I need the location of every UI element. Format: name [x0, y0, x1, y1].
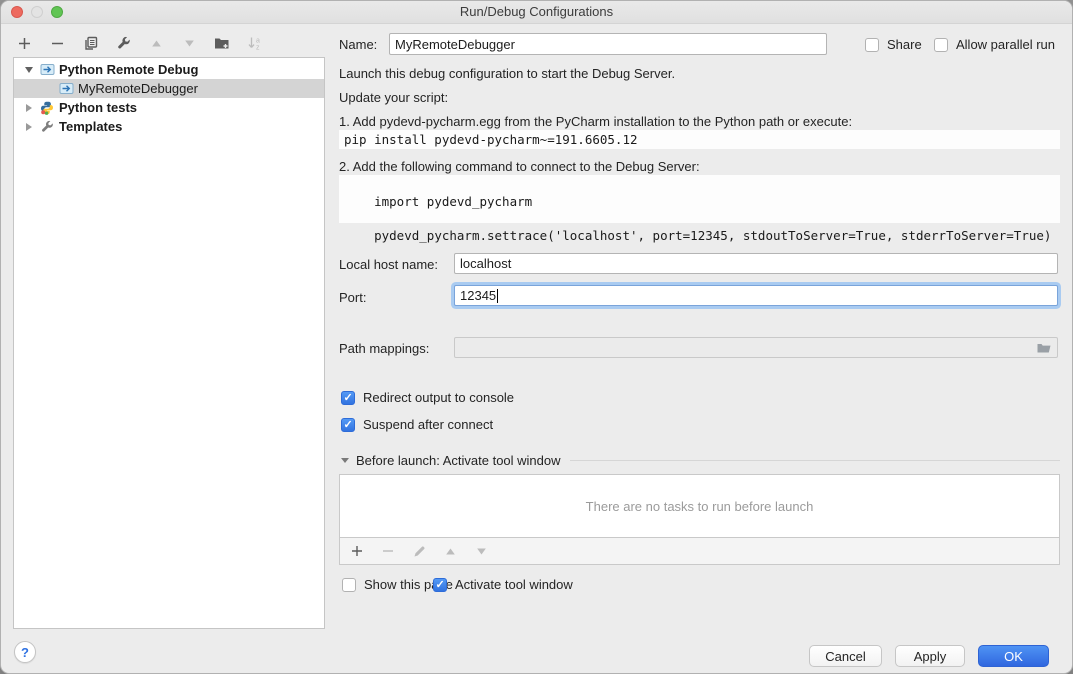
local-host-name-value: localhost: [460, 256, 511, 271]
port-input[interactable]: 12345: [454, 285, 1058, 306]
run-debug-configurations-dialog: Run/Debug Configurations az: [0, 0, 1073, 674]
remove-task-icon[interactable]: [379, 542, 397, 560]
move-up-icon[interactable]: [147, 34, 165, 52]
intro-text: Launch this debug configuration to start…: [339, 66, 675, 81]
suspend-after-connect-checkbox[interactable]: [341, 418, 355, 432]
tree-item-label: Python tests: [59, 100, 137, 115]
allow-parallel-run-checkbox[interactable]: [934, 38, 948, 52]
remote-debug-config-icon: [58, 82, 74, 96]
collapsed-arrow-icon[interactable]: [22, 104, 36, 112]
configurations-tree: Python Remote Debug MyRemoteDebugger Pyt…: [13, 57, 325, 629]
step1-text: 1. Add pydevd-pycharm.egg from the PyCha…: [339, 114, 852, 129]
templates-wrench-icon: [39, 120, 55, 134]
tree-item-label: MyRemoteDebugger: [78, 81, 198, 96]
expanded-arrow-icon[interactable]: [22, 67, 36, 73]
redirect-output-checkbox-row[interactable]: Redirect output to console: [341, 390, 514, 405]
suspend-after-connect-label: Suspend after connect: [363, 417, 493, 432]
move-task-down-icon[interactable]: [472, 542, 490, 560]
ok-button[interactable]: OK: [978, 645, 1049, 667]
title-bar: Run/Debug Configurations: [1, 1, 1072, 24]
step2-text: 2. Add the following command to connect …: [339, 159, 700, 174]
tree-item-templates[interactable]: Templates: [14, 117, 324, 136]
name-input[interactable]: MyRemoteDebugger: [389, 33, 827, 55]
path-mappings-input[interactable]: [454, 337, 1058, 358]
local-host-name-label: Local host name:: [339, 257, 438, 272]
add-configuration-icon[interactable]: [15, 34, 33, 52]
redirect-output-label: Redirect output to console: [363, 390, 514, 405]
window-title: Run/Debug Configurations: [1, 1, 1072, 23]
code-line-1: import pydevd_pycharm: [374, 194, 532, 209]
edit-task-icon[interactable]: [410, 542, 428, 560]
settrace-code-block[interactable]: import pydevd_pycharm pydevd_pycharm.set…: [339, 175, 1060, 223]
remove-configuration-icon[interactable]: [48, 34, 66, 52]
port-value: 12345: [460, 288, 496, 303]
allow-parallel-run-label: Allow parallel run: [956, 37, 1055, 52]
share-label: Share: [887, 37, 922, 52]
python-tests-icon: [39, 101, 55, 115]
remote-debug-config-icon: [39, 63, 55, 77]
redirect-output-checkbox[interactable]: [341, 391, 355, 405]
apply-button[interactable]: Apply: [895, 645, 965, 667]
svg-text:a: a: [256, 38, 260, 45]
update-script-text: Update your script:: [339, 90, 448, 105]
activate-tool-window-checkbox[interactable]: [433, 578, 447, 592]
cancel-button[interactable]: Cancel: [809, 645, 882, 667]
section-collapse-icon[interactable]: [341, 458, 349, 463]
path-mappings-label: Path mappings:: [339, 341, 429, 356]
configurations-toolbar: az: [15, 32, 264, 54]
new-folder-icon[interactable]: [213, 34, 231, 52]
browse-folder-icon[interactable]: [1036, 341, 1052, 354]
svg-text:z: z: [256, 45, 260, 51]
tree-item-python-tests[interactable]: Python tests: [14, 98, 324, 117]
add-task-icon[interactable]: [348, 542, 366, 560]
pip-install-command[interactable]: pip install pydevd-pycharm~=191.6605.12: [339, 130, 1060, 149]
section-divider: [570, 460, 1060, 461]
local-host-name-input[interactable]: localhost: [454, 253, 1058, 274]
collapsed-arrow-icon[interactable]: [22, 123, 36, 131]
edit-templates-icon[interactable]: [114, 34, 132, 52]
share-checkbox-row[interactable]: Share: [865, 37, 922, 52]
show-this-page-checkbox[interactable]: [342, 578, 356, 592]
activate-tool-window-label: Activate tool window: [455, 577, 573, 592]
tree-item-myremotedebugger[interactable]: MyRemoteDebugger: [14, 79, 324, 98]
before-launch-task-list[interactable]: There are no tasks to run before launch: [339, 474, 1060, 538]
help-button[interactable]: ?: [14, 641, 36, 663]
before-launch-section-header[interactable]: Before launch: Activate tool window: [341, 453, 1060, 468]
tree-item-python-remote-debug[interactable]: Python Remote Debug: [14, 60, 324, 79]
allow-parallel-run-checkbox-row[interactable]: Allow parallel run: [934, 37, 1055, 52]
share-checkbox[interactable]: [865, 38, 879, 52]
before-launch-title: Before launch: Activate tool window: [356, 453, 561, 468]
name-value: MyRemoteDebugger: [395, 37, 515, 52]
activate-tool-window-checkbox-row[interactable]: Activate tool window: [433, 577, 573, 592]
move-down-icon[interactable]: [180, 34, 198, 52]
sort-alphabetically-icon[interactable]: az: [246, 34, 264, 52]
port-label: Port:: [339, 290, 366, 305]
task-list-toolbar: [339, 538, 1060, 565]
empty-task-list-message: There are no tasks to run before launch: [586, 499, 814, 514]
tree-item-label: Templates: [59, 119, 122, 134]
text-cursor: [497, 289, 498, 303]
copy-configuration-icon[interactable]: [81, 34, 99, 52]
tree-item-label: Python Remote Debug: [59, 62, 198, 77]
suspend-after-connect-checkbox-row[interactable]: Suspend after connect: [341, 417, 493, 432]
code-line-2: pydevd_pycharm.settrace('localhost', por…: [374, 228, 1051, 243]
name-label: Name:: [339, 37, 377, 52]
move-task-up-icon[interactable]: [441, 542, 459, 560]
